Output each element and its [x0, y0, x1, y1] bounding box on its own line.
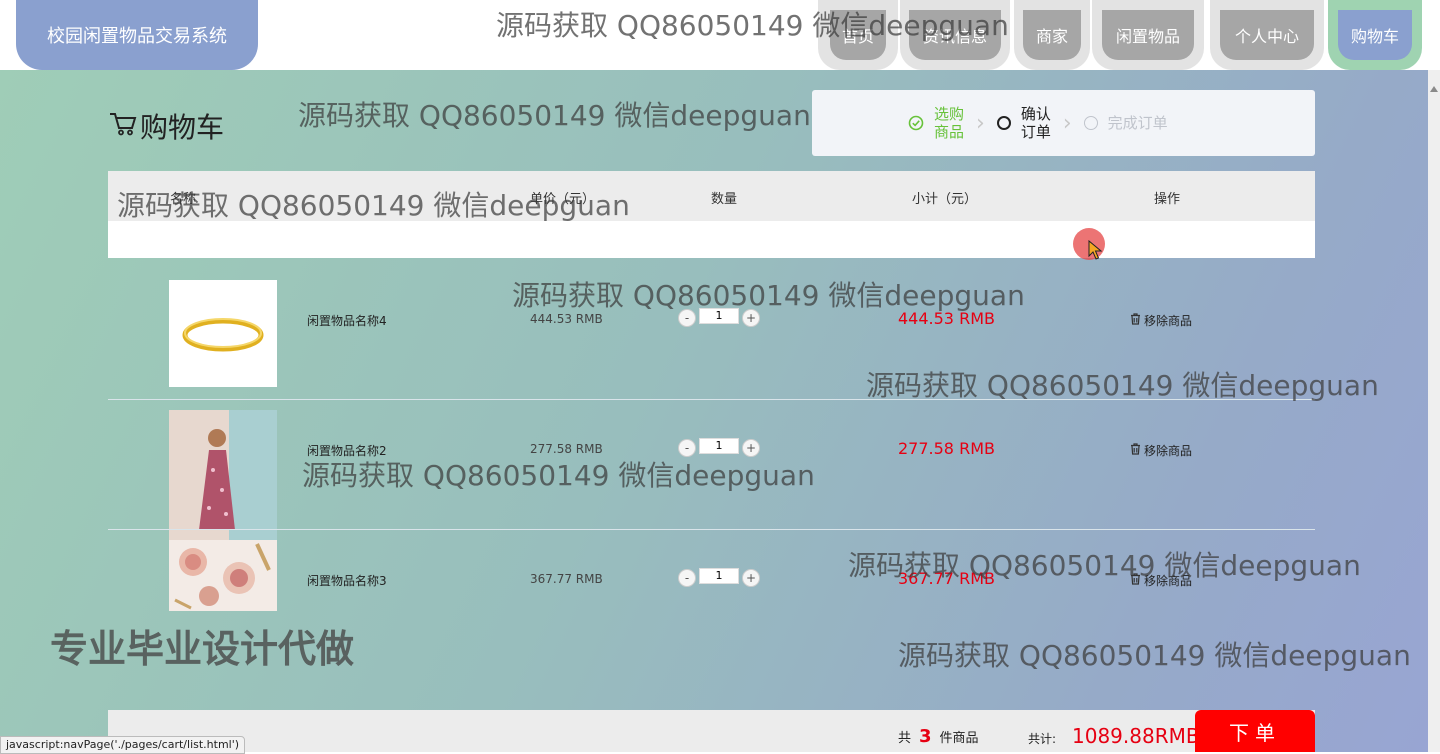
place-order-button[interactable]: 下单 — [1195, 710, 1315, 752]
product-image-gold-bangle[interactable] — [169, 280, 277, 387]
circle-icon — [1083, 116, 1098, 130]
item-count: 共 3 件商品 — [898, 726, 979, 747]
nav-tab-merchant[interactable]: 商家 — [1014, 0, 1090, 70]
unit-price: 444.53 RMB — [530, 312, 603, 326]
total-amount: 1089.88RMB — [1072, 724, 1200, 748]
row-subtotal: 277.58 RMB — [898, 439, 995, 458]
increase-quantity-button[interactable]: + — [742, 569, 760, 587]
column-header-subtotal: 小计（元） — [912, 192, 978, 207]
nav-tab-idle-items-label: 闲置物品 — [1102, 10, 1194, 60]
unit-price: 367.77 RMB — [530, 572, 603, 586]
chevron-right-icon: › — [976, 110, 985, 136]
item-count-suffix: 件商品 — [939, 731, 979, 746]
step-complete-order: 完成订单 — [1083, 114, 1168, 132]
circle-icon — [996, 116, 1011, 130]
step-complete-order-label: 完成订单 — [1107, 114, 1168, 132]
nav-tab-personal-center[interactable]: 个人中心 — [1210, 0, 1324, 70]
watermark-text: 源码获取 QQ86050149 微信deepguan — [512, 279, 1025, 312]
watermark-text: 源码获取 QQ86050149 微信deepguan — [898, 639, 1411, 672]
step-confirm-order-label: 确认 订单 — [1020, 105, 1051, 141]
cart-summary-bar: 共 3 件商品 共计: 1089.88RMB 下单 — [108, 710, 1315, 752]
order-steps: 选购 商品 › 确认 订单 › 完成订单 — [812, 90, 1315, 156]
check-circle-icon — [908, 115, 924, 131]
table-empty-row — [108, 221, 1315, 258]
scroll-up-arrow-icon[interactable] — [1430, 86, 1438, 92]
nav-tab-merchant-label: 商家 — [1023, 10, 1081, 60]
step-confirm-order: 确认 订单 — [996, 105, 1051, 141]
browser-status-bar: javascript:navPage('./pages/cart/list.ht… — [0, 736, 246, 754]
product-image-cosmetics[interactable] — [169, 540, 277, 611]
watermark-text: 源码获取 QQ86050149 微信deepguan — [302, 459, 815, 492]
remove-item-button[interactable]: 移除商品 — [1130, 312, 1192, 329]
page-title-text: 购物车 — [140, 111, 225, 144]
trash-icon — [1130, 443, 1141, 458]
mouse-pointer-icon — [1088, 239, 1103, 264]
nav-tab-idle-items[interactable]: 闲置物品 — [1092, 0, 1204, 70]
watermark-text: 源码获取 QQ86050149 微信deepguan — [117, 189, 630, 222]
quantity-input[interactable] — [699, 568, 739, 584]
column-header-actions: 操作 — [1154, 192, 1181, 207]
step-select-goods-label: 选购 商品 — [934, 105, 965, 141]
decrease-quantity-button[interactable]: - — [678, 569, 696, 587]
quantity-stepper: - + — [678, 568, 760, 588]
nav-tab-cart[interactable]: 购物车 — [1328, 0, 1422, 70]
remove-item-label: 移除商品 — [1144, 314, 1193, 328]
column-header-quantity: 数量 — [711, 192, 738, 207]
total-label: 共计: — [1028, 732, 1057, 746]
product-name[interactable]: 闲置物品名称3 — [307, 572, 387, 589]
page-scrollbar[interactable] — [1428, 70, 1440, 752]
quantity-input[interactable] — [699, 438, 739, 454]
watermark-text: 源码获取 QQ86050149 微信deepguan — [848, 549, 1361, 582]
watermark-text: 源码获取 QQ86050149 微信deepguan — [298, 99, 811, 132]
cart-icon — [108, 109, 138, 144]
product-name[interactable]: 闲置物品名称4 — [307, 312, 387, 329]
chevron-right-icon: › — [1062, 110, 1072, 136]
watermark-promo: 专业毕业设计代做 — [50, 627, 355, 671]
remove-item-label: 移除商品 — [1144, 444, 1193, 458]
site-brand[interactable]: 校园闲置物品交易系统 — [16, 0, 258, 70]
product-image-floral-dress[interactable] — [169, 410, 277, 540]
watermark-text: 源码获取 QQ86050149 微信deepguan — [866, 369, 1379, 402]
page-title: 购物车 — [108, 106, 224, 146]
item-count-value: 3 — [919, 726, 932, 747]
nav-tab-personal-center-label: 个人中心 — [1220, 10, 1314, 60]
trash-icon — [1130, 313, 1141, 328]
remove-item-button[interactable]: 移除商品 — [1130, 442, 1192, 459]
watermark-text: 源码获取 QQ86050149 微信deepguan — [496, 9, 1009, 42]
nav-tab-cart-label: 购物车 — [1338, 10, 1412, 60]
step-select-goods: 选购 商品 — [908, 105, 964, 141]
item-count-prefix: 共 — [898, 731, 912, 746]
